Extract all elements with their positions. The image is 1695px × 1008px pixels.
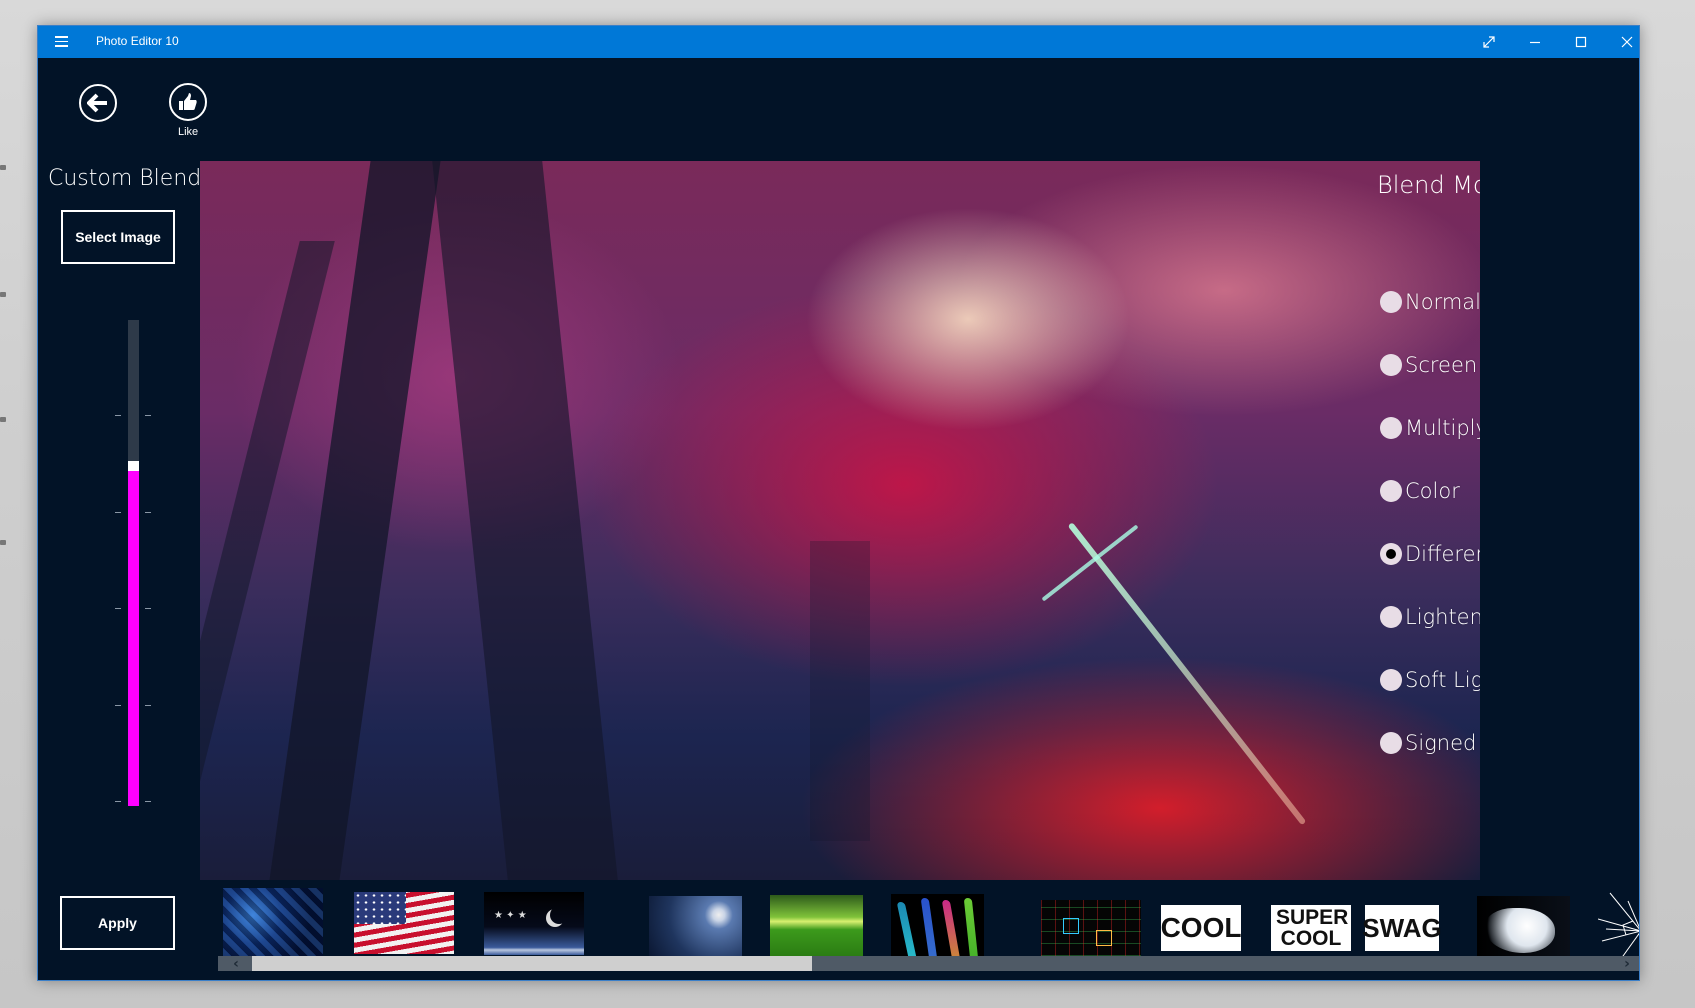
thumbnail-cracked-glass[interactable] [1598,891,1639,963]
blend-mode-option-label: Signed Di [1405,731,1480,755]
blend-mode-option[interactable]: Screen [1380,351,1477,379]
blend-mode-option-label: Color [1405,479,1460,503]
radio-unchecked-icon[interactable] [1380,669,1402,691]
radio-unchecked-icon[interactable] [1380,291,1402,313]
thumbnail-scrollbar[interactable]: ‹ › [218,955,1639,972]
minimize-button[interactable] [1512,26,1558,58]
desktop-icon [0,165,6,170]
slider-tick [115,705,121,706]
custom-blend-heading: Custom Blend [48,166,202,191]
slider-fill [128,471,139,806]
app-window: Photo Editor 10 Like Custom Blend Select… [37,25,1640,981]
blend-mode-option-label: Difference [1405,542,1480,566]
fullscreen-button[interactable] [1466,26,1512,58]
like-button[interactable] [169,83,207,121]
slider-tick [145,705,151,706]
scroll-left-button[interactable]: ‹ [226,955,246,972]
thumbnail-green-forest[interactable] [770,895,863,958]
desktop-icon [0,292,6,297]
blend-mode-option[interactable]: Difference [1380,540,1480,568]
thumbnail-blue-crystals[interactable] [223,888,323,956]
window-title: Photo Editor 10 [96,34,179,48]
thumbnail-swag-label: SWAG [1362,913,1442,943]
close-icon [1621,36,1633,48]
radio-unchecked-icon[interactable] [1380,480,1402,502]
slider-tick [145,512,151,513]
radio-checked-icon[interactable] [1380,543,1402,565]
thumbnail-moon-night-sky[interactable] [649,896,742,959]
opacity-slider[interactable] [115,320,151,806]
minimize-icon [1530,41,1540,44]
blend-mode-option[interactable]: Multiply [1380,414,1480,442]
photo-content [1067,522,1307,826]
cracked-glass-icon [1598,892,1639,963]
like-label: Like [178,126,199,138]
scrollbar-thumb[interactable] [252,956,812,971]
chevron-right-icon: › [1624,955,1630,972]
radio-unchecked-icon[interactable] [1380,606,1402,628]
slider-tick [115,512,121,513]
thumbnail-swag-text[interactable]: SWAG [1362,905,1442,951]
thumbnail-white-smoke[interactable] [1477,896,1570,959]
blend-mode-option[interactable]: Signed Di [1380,729,1480,757]
apply-button[interactable]: Apply [60,896,175,950]
title-bar: Photo Editor 10 [38,26,1639,58]
blend-mode-option[interactable]: Lighten [1380,603,1480,631]
slider-tick [115,801,121,802]
arrow-left-circle-icon [87,93,107,113]
thumbnail-neon-squares[interactable] [1041,900,1141,956]
maximize-button[interactable] [1558,26,1604,58]
thumbs-up-icon [179,93,197,110]
radio-unchecked-icon[interactable] [1380,732,1402,754]
blend-mode-option[interactable]: Soft Light [1380,666,1480,694]
thumbnail-american-flag[interactable] [354,892,454,954]
blend-mode-option-label: Normal [1405,290,1480,314]
thumbnail-colored-smoke[interactable] [891,894,984,962]
blend-mode-option-label: Screen [1405,353,1478,377]
photo-canvas[interactable]: Blend Mode Normal Screen Multiply Color Diff… [200,161,1480,880]
photo-content [810,541,870,841]
blend-mode-option[interactable]: Normal [1380,288,1480,316]
slider-tick [115,608,121,609]
blend-mode-option-label: Soft Light [1405,668,1480,692]
thumbnail-night-stars-moon[interactable]: ★ ✦ ★ [484,892,584,955]
fullscreen-icon [1483,36,1495,48]
thumbnail-super-cool-text[interactable]: SUPER COOL [1271,905,1351,951]
desktop-icon [0,540,6,545]
blend-mode-option[interactable]: Color [1380,477,1460,505]
scroll-right-button[interactable]: › [1617,955,1637,972]
desktop-icon [0,417,6,422]
blend-mode-title: Blend Mode [1377,171,1480,199]
slider-thumb[interactable] [128,461,139,471]
slider-tick [145,801,151,802]
back-button[interactable] [79,84,117,122]
hamburger-menu-icon[interactable] [55,36,68,47]
slider-tick [145,608,151,609]
select-image-button[interactable]: Select Image [61,210,175,264]
photo-content [432,161,618,880]
slider-tick [115,415,121,416]
blend-mode-option-label: Lighten [1405,605,1480,629]
maximize-icon [1575,36,1587,48]
radio-unchecked-icon[interactable] [1380,417,1402,439]
chevron-left-icon: ‹ [233,955,239,972]
thumbnail-cool-label: COOL [1160,912,1242,943]
radio-unchecked-icon[interactable] [1380,354,1402,376]
close-button[interactable] [1604,26,1639,58]
thumbnail-cool-text[interactable]: COOL [1161,905,1241,951]
blend-mode-option-label: Multiply [1405,416,1480,440]
slider-tick [145,415,151,416]
thumbnail-super-cool-label: SUPER COOL [1276,906,1349,950]
